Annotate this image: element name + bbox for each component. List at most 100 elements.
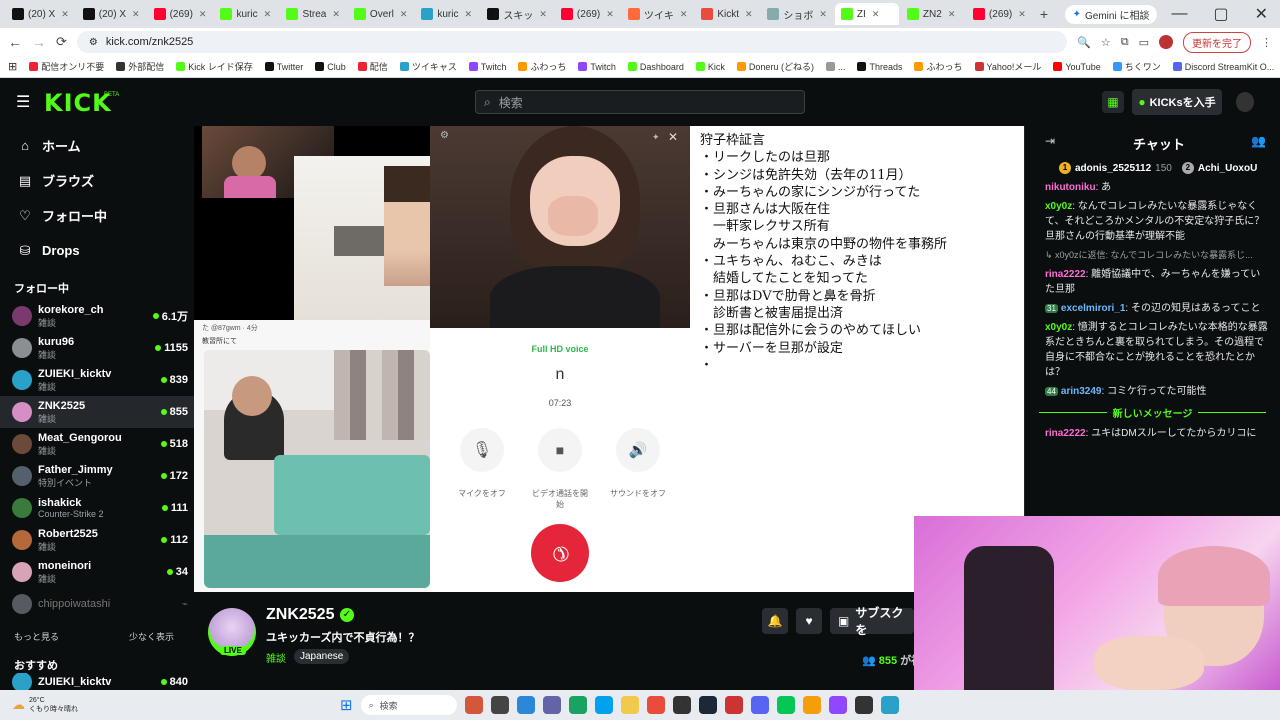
sidebar-channel-item[interactable]: Father_Jimmy 特別イベント 172: [0, 460, 194, 492]
sidebar-channel-item[interactable]: korekore_ch 雑談 6.1万: [0, 300, 194, 332]
follow-button[interactable]: ♥: [796, 608, 822, 634]
browser-tab[interactable]: ツイキ ✕: [621, 3, 694, 25]
chat-message[interactable]: rina2222: ユキはDMスルーしてたからカリコに: [1025, 424, 1280, 443]
bookmark-item[interactable]: YouTube: [1053, 62, 1101, 72]
notification-button[interactable]: 🔔: [762, 608, 788, 634]
tab-close-icon[interactable]: ✕: [745, 9, 753, 20]
browser-tab[interactable]: Overl ✕: [347, 3, 414, 25]
chat-reply-context[interactable]: ↳ x0y0zに返信: なんでコレコレみたいな暴露系じ...: [1025, 246, 1280, 265]
sidebar-nav-home[interactable]: ⌂ ホーム: [0, 128, 194, 163]
calendar-icon[interactable]: ▦: [1102, 91, 1124, 113]
hamburger-icon[interactable]: ☰: [16, 92, 30, 112]
taskbar-search[interactable]: ⌕ 検索: [360, 695, 457, 715]
gear-icon[interactable]: ⚙: [440, 130, 449, 141]
tab-close-icon[interactable]: ✕: [400, 9, 408, 20]
coin-icon[interactable]: [802, 696, 821, 714]
sidebar-channel-item[interactable]: ishakick Counter-Strike 2 111: [0, 492, 194, 524]
sidepanel-icon[interactable]: ▭: [1139, 36, 1149, 49]
chat-username[interactable]: rina2222: [1045, 428, 1086, 439]
sidebar-channel-item[interactable]: Meat_Gengorou 雑談 518: [0, 428, 194, 460]
sound-button[interactable]: 🔊: [616, 428, 660, 472]
browser-tab[interactable]: (269) ✕: [147, 3, 213, 25]
kick-logo[interactable]: KICK: [44, 89, 112, 117]
chat-message[interactable]: 31 excelmirori_1: その辺の知見はあるってこと: [1025, 299, 1280, 318]
browser-tab[interactable]: kuric ✕: [214, 3, 279, 25]
menu-icon[interactable]: ⋮: [1261, 36, 1272, 49]
chat-username[interactable]: arin3249: [1061, 386, 1102, 397]
user-avatar[interactable]: [1236, 92, 1254, 112]
zoom-icon[interactable]: 🔍: [1077, 36, 1091, 49]
close-window-icon[interactable]: ✕: [1243, 4, 1280, 24]
tab-close-icon[interactable]: ✕: [819, 9, 827, 20]
sidebar-channel-item[interactable]: moneinori 雑談 34: [0, 556, 194, 588]
bookmark-item[interactable]: Threads: [857, 62, 902, 72]
bookmark-item[interactable]: Yahoo!メール: [974, 60, 1041, 73]
bookmark-item[interactable]: Kick: [695, 62, 725, 72]
tab-close-icon[interactable]: ✕: [539, 9, 547, 20]
sidebar-channel-item[interactable]: Robert2525 雑談 112: [0, 524, 194, 556]
tab-close-icon[interactable]: ✕: [948, 9, 956, 20]
apps-icon[interactable]: ⊞: [8, 60, 17, 73]
bookmark-item[interactable]: ちくワン: [1112, 60, 1161, 73]
bookmark-item[interactable]: ふわっち: [518, 60, 566, 73]
copilot-icon[interactable]: [516, 696, 535, 714]
category-link[interactable]: 雑談: [266, 650, 286, 665]
task-view-icon[interactable]: [490, 696, 509, 714]
sidebar-nav-drops[interactable]: ⛁ Drops: [0, 233, 194, 268]
gemini-button[interactable]: ✦ Gemini に相談: [1064, 4, 1158, 24]
video-player[interactable]: た @87gwm · 4分 教習所にて ⚙ ✦ ✕ Full HD voice …: [194, 126, 1024, 592]
app-icon[interactable]: [854, 696, 873, 714]
app-icon[interactable]: [672, 696, 691, 714]
tab-close-icon[interactable]: ✕: [872, 9, 880, 20]
sidebar-recommended-item[interactable]: ZUIEKI_kicktv 840: [0, 673, 194, 691]
maximize-icon[interactable]: ▢: [1201, 4, 1240, 24]
app-icon[interactable]: [880, 696, 899, 714]
chat-message[interactable]: x0y0z: なんでコレコレみたいな暴露系じゃなくて、それどころかメンタルの不安…: [1025, 197, 1280, 246]
sidebar-nav-browse[interactable]: ▤ ブラウズ: [0, 163, 194, 198]
edge-icon[interactable]: [594, 696, 613, 714]
site-info-icon[interactable]: ⚙: [89, 37, 98, 48]
collapse-chat-icon[interactable]: ⇥: [1045, 134, 1055, 148]
chat-message[interactable]: x0y0z: 憶測するとコレコレみたいな本格的な暴露系だときちんと裏を取られてし…: [1025, 318, 1280, 382]
minimize-icon[interactable]: —: [1159, 5, 1199, 23]
bookmark-item[interactable]: Twitch: [578, 62, 616, 72]
windows-start-icon[interactable]: ⊞: [340, 696, 353, 714]
tab-close-icon[interactable]: ✕: [606, 9, 614, 20]
discord-icon[interactable]: [750, 696, 769, 714]
chat-username[interactable]: nikutoniku: [1045, 182, 1096, 193]
star-icon[interactable]: ☆: [1101, 36, 1111, 49]
bookmark-item[interactable]: 配信: [357, 60, 388, 73]
browser-tab[interactable]: ZN2 ✕: [900, 3, 965, 25]
browser-tab[interactable]: kuric ✕: [415, 3, 480, 25]
bookmark-item[interactable]: ツイキャス: [399, 60, 457, 73]
tab-close-icon[interactable]: ✕: [264, 9, 272, 20]
steam-icon[interactable]: [698, 696, 717, 714]
new-tab-button[interactable]: +: [1034, 6, 1054, 22]
back-icon[interactable]: ←: [8, 34, 22, 50]
sidebar-channel-item[interactable]: chippoiwatashi ⌁: [0, 588, 194, 620]
search-input[interactable]: ⌕ 検索: [475, 90, 805, 114]
chat-message[interactable]: nikutoniku: あ: [1025, 178, 1280, 197]
language-tag[interactable]: Japanese: [294, 649, 350, 664]
get-kicks-button[interactable]: ● KICKsを入手: [1132, 89, 1222, 115]
folder-icon[interactable]: [620, 696, 639, 714]
bookmark-item[interactable]: Club: [315, 62, 346, 72]
top-gifter[interactable]: 1 adonis_2525112 150: [1059, 162, 1172, 174]
users-icon[interactable]: 👥: [1251, 134, 1266, 148]
channel-name[interactable]: ZNK2525: [266, 606, 334, 624]
browser-tab[interactable]: (20) X ✕: [76, 3, 146, 25]
browser-tab[interactable]: Strea ✕: [280, 3, 346, 25]
show-less-link[interactable]: 少なく表示: [129, 630, 174, 643]
update-button[interactable]: 更新を完了: [1183, 31, 1251, 53]
chat-username[interactable]: rina2222: [1045, 269, 1086, 280]
browser-tab[interactable]: (269) ✕: [966, 3, 1032, 25]
chat-username[interactable]: x0y0z: [1045, 322, 1072, 333]
video-button[interactable]: ■: [538, 428, 582, 472]
forward-icon[interactable]: →: [32, 34, 46, 50]
chat-message[interactable]: 44 arin3249: コミケ行ってた可能性: [1025, 382, 1280, 401]
profile-avatar[interactable]: [1159, 35, 1173, 49]
bookmark-item[interactable]: ...: [825, 62, 845, 72]
bookmark-item[interactable]: ふわっち: [914, 60, 963, 73]
extensions-icon[interactable]: ⧉: [1121, 36, 1129, 49]
tab-close-icon[interactable]: ✕: [680, 9, 688, 20]
